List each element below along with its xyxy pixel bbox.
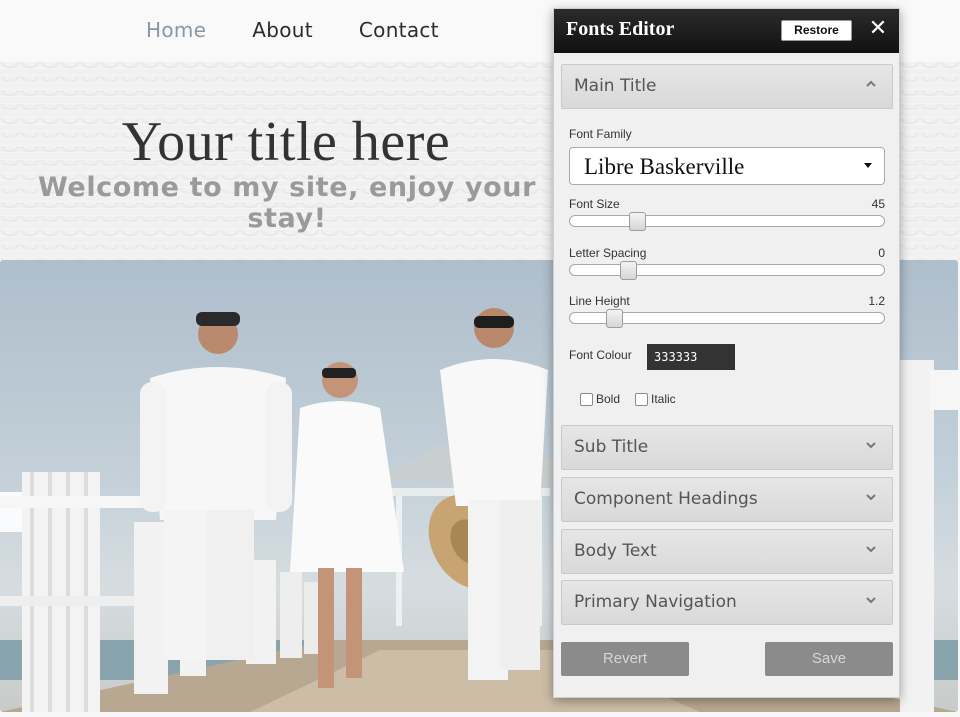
section-main-title[interactable]: Main Title xyxy=(561,64,893,109)
fonts-editor-panel: Fonts Editor Restore ✕ Main Title Font F… xyxy=(553,8,900,698)
close-icon[interactable]: ✕ xyxy=(866,17,890,41)
italic-checkbox-box[interactable] xyxy=(635,392,648,406)
chevron-down-icon xyxy=(866,494,876,501)
line-height-label: Line Height xyxy=(569,294,630,308)
font-colour-label: Font Colour xyxy=(569,348,632,362)
section-body-text[interactable]: Body Text xyxy=(561,529,893,574)
save-button[interactable]: Save xyxy=(765,642,893,676)
font-colour-input[interactable]: 333333 xyxy=(647,344,735,370)
nav-link-contact[interactable]: Contact xyxy=(359,18,439,42)
italic-label: Italic xyxy=(651,392,676,406)
font-size-label: Font Size xyxy=(569,197,620,211)
bold-label: Bold xyxy=(596,392,621,406)
chevron-down-icon xyxy=(866,597,876,604)
slider-handle[interactable] xyxy=(606,309,623,328)
site-subtitle: Welcome to my site, enjoy your stay! xyxy=(37,172,536,234)
section-label: Main Title xyxy=(574,76,657,96)
section-primary-navigation[interactable]: Primary Navigation xyxy=(561,580,893,625)
chevron-down-icon xyxy=(866,546,876,553)
chevron-down-icon xyxy=(866,442,876,449)
nav-link-about[interactable]: About xyxy=(252,18,313,42)
section-component-headings[interactable]: Component Headings xyxy=(561,477,893,522)
bold-checkbox[interactable]: Bold xyxy=(580,392,620,406)
revert-button[interactable]: Revert xyxy=(561,642,689,676)
caret-down-icon xyxy=(864,163,872,168)
restore-button[interactable]: Restore xyxy=(781,20,852,41)
italic-checkbox[interactable]: Italic xyxy=(635,392,676,406)
section-label: Component Headings xyxy=(574,489,758,509)
bold-checkbox-box[interactable] xyxy=(580,392,593,406)
section-label: Primary Navigation xyxy=(574,592,737,612)
font-size-slider[interactable] xyxy=(569,212,885,231)
slider-handle[interactable] xyxy=(629,212,646,231)
section-label: Body Text xyxy=(574,541,657,561)
nav-list: Home About Contact xyxy=(146,18,485,42)
font-family-label: Font Family xyxy=(569,127,632,141)
letter-spacing-label: Letter Spacing xyxy=(569,246,647,260)
letter-spacing-slider[interactable] xyxy=(569,261,885,280)
nav-link-home[interactable]: Home xyxy=(146,18,206,42)
font-family-select[interactable]: Libre Baskerville xyxy=(569,147,885,185)
font-size-value: 45 xyxy=(871,197,885,211)
font-family-value: Libre Baskerville xyxy=(584,154,745,179)
letter-spacing-value: 0 xyxy=(878,246,885,260)
page: Home About Contact Your title here Welco… xyxy=(0,0,960,717)
editor-header: Fonts Editor Restore ✕ xyxy=(554,9,899,53)
editor-title: Fonts Editor xyxy=(566,18,675,40)
chevron-up-icon xyxy=(866,80,876,87)
site-main-title: Your title here xyxy=(121,111,451,173)
slider-handle[interactable] xyxy=(620,261,637,280)
line-height-slider[interactable] xyxy=(569,309,885,328)
line-height-value: 1.2 xyxy=(868,294,885,308)
section-label: Sub Title xyxy=(574,437,649,457)
section-sub-title[interactable]: Sub Title xyxy=(561,425,893,470)
